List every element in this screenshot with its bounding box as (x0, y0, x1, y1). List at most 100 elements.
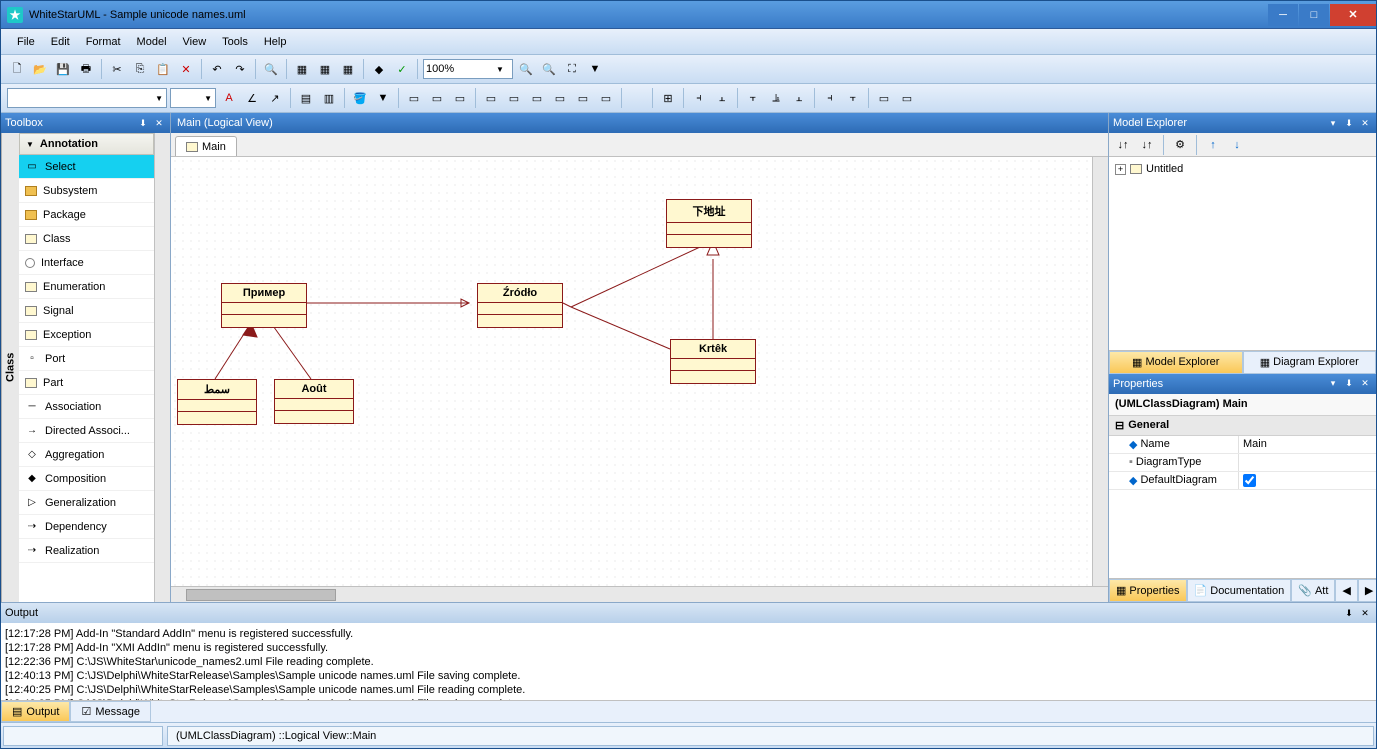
toolbox-item-exception[interactable]: Exception (19, 323, 154, 347)
font-combo[interactable]: ▼ (7, 88, 167, 108)
uml-class-Krtêk[interactable]: Krtêk (670, 339, 756, 384)
maximize-button[interactable]: □ (1299, 4, 1329, 26)
new-icon[interactable]: 🗋 (7, 59, 27, 79)
toolbox-item-interface[interactable]: Interface (19, 251, 154, 275)
menu-format[interactable]: Format (78, 33, 129, 51)
al-mid-icon[interactable]: ⫡ (766, 88, 786, 108)
paste-icon[interactable]: 📋 (153, 59, 173, 79)
undo-icon[interactable]: ↶ (207, 59, 227, 79)
al-top-icon[interactable]: ⫟ (743, 88, 763, 108)
font-a-icon[interactable]: A (219, 88, 239, 108)
default-diagram-checkbox[interactable] (1243, 474, 1256, 487)
toolbox-item-subsystem[interactable]: Subsystem (19, 179, 154, 203)
size-combo[interactable]: ▼ (170, 88, 216, 108)
tab-properties[interactable]: ▦ Properties (1109, 579, 1187, 602)
layout3-icon[interactable]: ▭ (450, 88, 470, 108)
tab-scroll-right[interactable]: ▶ (1358, 579, 1376, 602)
tool5-icon[interactable]: ✓ (392, 59, 412, 79)
uml-class-سمط[interactable]: سمط (177, 379, 257, 425)
toolbox-item-composition[interactable]: ◆Composition (19, 467, 154, 491)
font-style-icon[interactable]: ∠ (242, 88, 262, 108)
toolbox-scrollbar[interactable] (154, 133, 170, 602)
canvas-hscroll[interactable] (171, 586, 1108, 602)
tree-expand-icon[interactable]: + (1115, 164, 1126, 175)
cut-icon[interactable]: ✂ (107, 59, 127, 79)
fill-icon[interactable]: 🪣 (350, 88, 370, 108)
toolbox-item-select[interactable]: ▭Select (19, 155, 154, 179)
dist-v-icon[interactable]: ⫟ (843, 88, 863, 108)
menu-file[interactable]: File (9, 33, 43, 51)
toolbox-vtab-class[interactable]: Class (1, 133, 19, 602)
props-row-diagramtype[interactable]: ▪DiagramType (1109, 454, 1376, 472)
toolbox-item-realization[interactable]: ⇢Realization (19, 539, 154, 563)
out-close-icon[interactable]: ✕ (1358, 606, 1372, 620)
me-filter-icon[interactable]: ⚙ (1170, 135, 1190, 155)
props-row-defaultdiagram[interactable]: ◆DefaultDiagram (1109, 472, 1376, 490)
tab-output[interactable]: ▤ Output (1, 701, 70, 722)
fill-dd-icon[interactable]: ▼ (373, 88, 393, 108)
toolbox-item-class[interactable]: Class (19, 227, 154, 251)
props-group-general[interactable]: ⊟General (1109, 416, 1376, 436)
save-icon[interactable]: 💾 (53, 59, 73, 79)
diag1-icon[interactable]: ⊞ (658, 88, 678, 108)
uml-class-Пример[interactable]: Пример (221, 283, 307, 328)
me-up-icon[interactable]: ↑ (1203, 135, 1223, 155)
menu-model[interactable]: Model (129, 33, 175, 51)
zoom-out-icon[interactable]: 🔍 (516, 59, 536, 79)
tab-documentation[interactable]: 📄 Documentation (1187, 579, 1292, 602)
tree-item-untitled[interactable]: + Untitled (1113, 161, 1372, 177)
toolbox-item-port[interactable]: ▫Port (19, 347, 154, 371)
pr-pin-icon[interactable]: ⬇ (1342, 377, 1356, 391)
layout1-icon[interactable]: ▭ (404, 88, 424, 108)
toolbox-item-dependency[interactable]: ⇢Dependency (19, 515, 154, 539)
tab-scroll-left[interactable]: ◀ (1335, 579, 1357, 602)
toolbox-item-part[interactable]: Part (19, 371, 154, 395)
minimize-button[interactable]: ─ (1268, 4, 1298, 26)
toolbox-item-association[interactable]: ─Association (19, 395, 154, 419)
group5-icon[interactable]: ▭ (573, 88, 593, 108)
dist-h-icon[interactable]: ⫞ (820, 88, 840, 108)
zoom-in-icon[interactable]: 🔍 (539, 59, 559, 79)
close-panel-icon[interactable]: ✕ (152, 116, 166, 130)
menu-tools[interactable]: Tools (214, 33, 256, 51)
group2-icon[interactable]: ▭ (504, 88, 524, 108)
me-sort1-icon[interactable]: ↓↑ (1113, 135, 1133, 155)
pr-opt-icon[interactable]: ▾ (1326, 377, 1340, 391)
group6-icon[interactable]: ▭ (596, 88, 616, 108)
size2-icon[interactable]: ▭ (897, 88, 917, 108)
toolbox-item-enumeration[interactable]: Enumeration (19, 275, 154, 299)
al-bot-icon[interactable]: ⫠ (789, 88, 809, 108)
diagram-canvas[interactable]: 下地址ПримерŹródłoKrtêkسمطAoût (171, 157, 1092, 586)
toolbox-item-signal[interactable]: Signal (19, 299, 154, 323)
pin-icon[interactable]: ⬇ (136, 116, 150, 130)
redo-icon[interactable]: ↷ (230, 59, 250, 79)
out-pin-icon[interactable]: ⬇ (1342, 606, 1356, 620)
canvas-vscroll[interactable] (1092, 157, 1108, 586)
toolbox-item-aggregation[interactable]: ◇Aggregation (19, 443, 154, 467)
pr-close-icon[interactable]: ✕ (1358, 377, 1372, 391)
tab-att[interactable]: 📎 Att (1291, 579, 1335, 602)
me-pin-icon[interactable]: ⬇ (1342, 116, 1356, 130)
font-tool-icon[interactable]: ↗ (265, 88, 285, 108)
print-icon[interactable]: 🖶 (76, 59, 96, 79)
delete-icon[interactable]: ✕ (176, 59, 196, 79)
al-left-icon[interactable]: ⫞ (689, 88, 709, 108)
tool4-icon[interactable]: ◆ (369, 59, 389, 79)
zoom-opt-icon[interactable]: ▼ (585, 59, 605, 79)
align2-icon[interactable]: ▥ (319, 88, 339, 108)
me-down-icon[interactable]: ↓ (1227, 135, 1247, 155)
toolbox-item-package[interactable]: Package (19, 203, 154, 227)
open-icon[interactable]: 📂 (30, 59, 50, 79)
tool2-icon[interactable]: ▦ (315, 59, 335, 79)
toolbox-group-annotation[interactable]: ▼Annotation (19, 133, 154, 155)
tab-message[interactable]: ☑ Message (70, 701, 151, 722)
toolbox-item-directed-assoc[interactable]: →Directed Associ... (19, 419, 154, 443)
menu-view[interactable]: View (175, 33, 215, 51)
zoom-combo[interactable]: ▼ (423, 59, 513, 79)
close-button[interactable]: ✕ (1330, 4, 1376, 26)
group4-icon[interactable]: ▭ (550, 88, 570, 108)
toolbox-item-generalization[interactable]: ▷Generalization (19, 491, 154, 515)
menu-help[interactable]: Help (256, 33, 295, 51)
group3-icon[interactable]: ▭ (527, 88, 547, 108)
size1-icon[interactable]: ▭ (874, 88, 894, 108)
